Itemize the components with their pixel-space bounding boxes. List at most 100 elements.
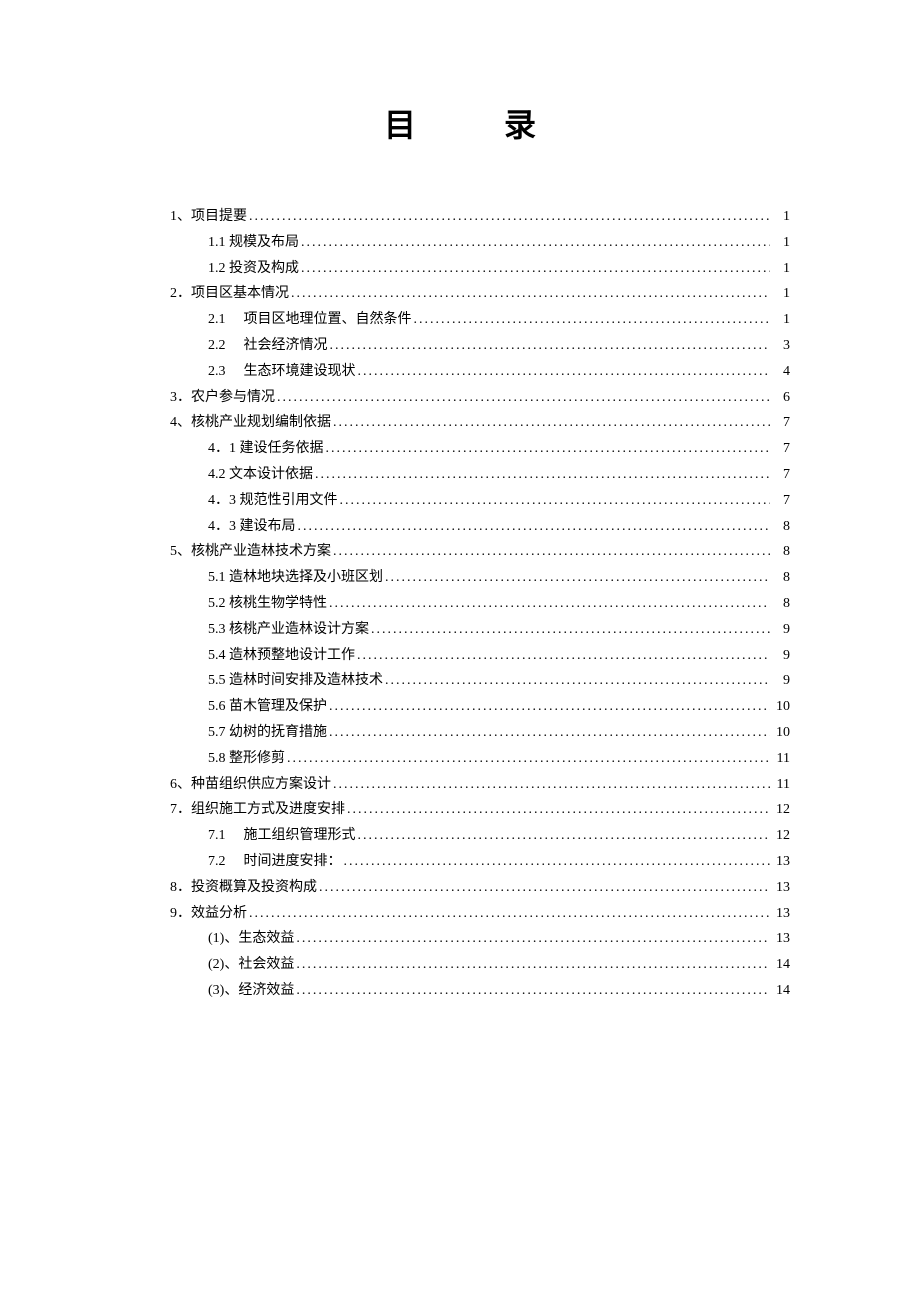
toc-page-number: 8: [772, 566, 790, 590]
toc-label: 5.3 核桃产业造林设计方案: [208, 618, 369, 642]
toc-entry: 2.2社会经济情况 3: [170, 333, 790, 359]
toc-label: 7.2时间进度安排：: [208, 850, 342, 874]
toc-label: 5、核桃产业造林技术方案: [170, 540, 331, 564]
toc-entry: 4、核桃产业规划编制依据 7: [170, 410, 790, 436]
toc-leader: [329, 721, 770, 745]
toc-leader: [301, 257, 770, 281]
toc-text: 施工组织管理形式: [244, 828, 356, 843]
toc-entry: 2.1项目区地理位置、自然条件 1: [170, 307, 790, 333]
toc-entry: 5.4 造林预整地设计工作 9: [170, 643, 790, 669]
toc-page-number: 1: [772, 282, 790, 306]
toc-leader: [291, 282, 770, 306]
toc-label: 2.3 生态环境建设现状: [208, 360, 356, 384]
toc-entry: 4．3 规范性引用文件 7: [170, 488, 790, 514]
toc-number: 2.3: [208, 360, 226, 384]
toc-entry: 5.1 造林地块选择及小班区划8: [170, 565, 790, 591]
toc-label: 2．项目区基本情况: [170, 282, 289, 306]
toc-page-number: 8: [772, 515, 790, 539]
toc-page-number: 1: [772, 308, 790, 332]
toc-leader: [333, 773, 770, 797]
toc-leader: [326, 437, 771, 461]
toc-entry: 5.6 苗木管理及保护 10: [170, 694, 790, 720]
toc-page-number: 7: [772, 411, 790, 435]
toc-entry: 6、种苗组织供应方案设计11: [170, 772, 790, 798]
toc-entry: 5、核桃产业造林技术方案 8: [170, 539, 790, 565]
toc-leader: [330, 334, 771, 358]
toc-entry: (3)、经济效益14: [170, 978, 790, 1004]
toc-page-number: 7: [772, 437, 790, 461]
toc-leader: [298, 515, 771, 539]
toc-label: 4．3 规范性引用文件: [208, 489, 338, 513]
toc-page-number: 10: [772, 695, 790, 719]
toc-page-number: 1: [772, 205, 790, 229]
toc-leader: [277, 386, 770, 410]
toc-entry: 4.2 文本设计依据 7: [170, 462, 790, 488]
toc-leader: [371, 618, 770, 642]
toc-page-number: 13: [772, 850, 790, 874]
toc-page-number: 11: [772, 773, 790, 797]
toc-leader: [357, 644, 770, 668]
toc-entry: 4．3 建设布局 8: [170, 514, 790, 540]
toc-leader: [301, 231, 770, 255]
toc-label: 5.2 核桃生物学特性: [208, 592, 327, 616]
toc-label: 4．1 建设任务依据: [208, 437, 324, 461]
toc-label: 9．效益分析: [170, 902, 247, 926]
toc-label: 4.2 文本设计依据: [208, 463, 313, 487]
toc-entry: 2.3生态环境建设现状4: [170, 359, 790, 385]
toc-page-number: 9: [772, 644, 790, 668]
toc-entry: (1)、生态效益13: [170, 926, 790, 952]
toc-leader: [329, 695, 770, 719]
toc-page-number: 11: [772, 747, 790, 771]
toc-number: 2.1: [208, 308, 226, 332]
toc-page-number: 13: [772, 927, 790, 951]
toc-label: 2.2社会经济情况: [208, 334, 328, 358]
toc-leader: [358, 360, 771, 384]
toc-label: 5.4 造林预整地设计工作: [208, 644, 355, 668]
toc-page-number: 13: [772, 876, 790, 900]
toc-entry: 5.7 幼树的抚育措施10: [170, 720, 790, 746]
table-of-contents: 1、项目提要11.1 规模及布局11.2 投资及构成12．项目区基本情况12.1…: [170, 204, 790, 1004]
toc-entry: 8．投资概算及投资构成 13: [170, 875, 790, 901]
toc-leader: [287, 747, 770, 771]
toc-label: 7.1 施工组织管理形式: [208, 824, 356, 848]
toc-entry: 1.1 规模及布局1: [170, 230, 790, 256]
toc-label: 5.8 整形修剪: [208, 747, 285, 771]
toc-page-number: 1: [772, 257, 790, 281]
toc-label: 4．3 建设布局: [208, 515, 296, 539]
toc-leader: [358, 824, 771, 848]
toc-entry: 5.3 核桃产业造林设计方案9: [170, 617, 790, 643]
toc-leader: [414, 308, 771, 332]
toc-label: 8．投资概算及投资构成: [170, 876, 317, 900]
toc-text: 生态环境建设现状: [244, 364, 356, 379]
toc-label: 4、核桃产业规划编制依据: [170, 411, 331, 435]
toc-page-number: 8: [772, 540, 790, 564]
toc-entry: 4．1 建设任务依据 7: [170, 436, 790, 462]
toc-entry: 1、项目提要 1: [170, 204, 790, 230]
toc-label: 1、项目提要: [170, 205, 247, 229]
toc-leader: [296, 927, 770, 951]
toc-page-number: 7: [772, 463, 790, 487]
toc-label: 2.1项目区地理位置、自然条件: [208, 308, 412, 332]
toc-leader: [319, 876, 770, 900]
toc-page-number: 12: [772, 798, 790, 822]
toc-page-number: 6: [772, 386, 790, 410]
toc-page-number: 7: [772, 489, 790, 513]
toc-page-number: 8: [772, 592, 790, 616]
toc-page-number: 12: [772, 824, 790, 848]
toc-leader: [249, 205, 770, 229]
toc-leader: [344, 850, 771, 874]
toc-number: 7.2: [208, 850, 226, 874]
toc-page-number: 3: [772, 334, 790, 358]
toc-leader: [249, 902, 770, 926]
toc-entry: 9．效益分析13: [170, 901, 790, 927]
toc-page-number: 14: [772, 979, 790, 1003]
page-title: 目 录: [170, 100, 790, 146]
toc-label: 5.5 造林时间安排及造林技术: [208, 669, 383, 693]
toc-label: 5.6 苗木管理及保护: [208, 695, 327, 719]
toc-entry: 7．组织施工方式及进度安排 12: [170, 797, 790, 823]
toc-label: 7．组织施工方式及进度安排: [170, 798, 345, 822]
toc-page-number: 14: [772, 953, 790, 977]
toc-number: 7.1: [208, 824, 226, 848]
toc-leader: [315, 463, 770, 487]
toc-entry: 7.1 施工组织管理形式 12: [170, 823, 790, 849]
